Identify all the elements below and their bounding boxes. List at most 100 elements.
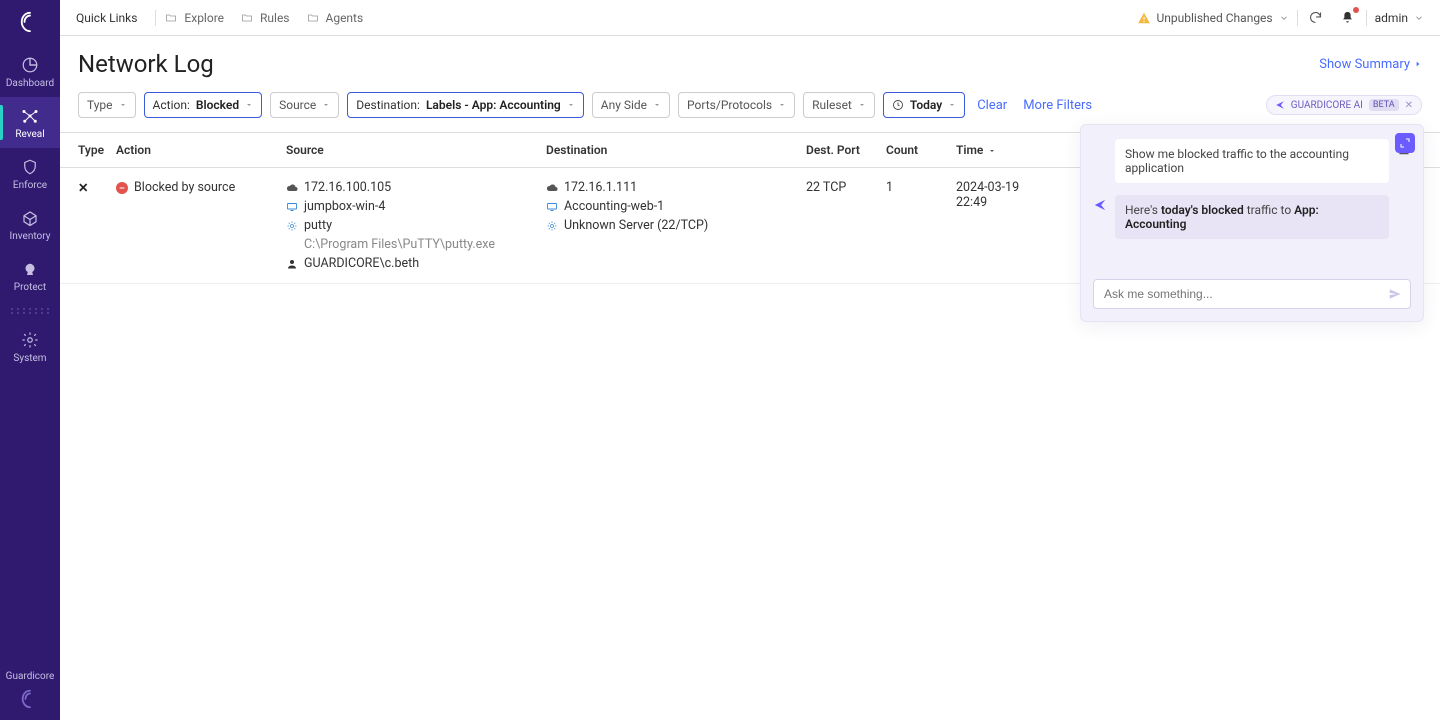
filter-ports[interactable]: Ports/Protocols [678,92,795,118]
graph-icon [21,107,39,125]
user-menu[interactable]: admin [1375,11,1424,25]
filter-any-side[interactable]: Any Side [592,92,670,118]
refresh-button[interactable] [1306,8,1326,28]
expand-icon [1399,137,1411,149]
filter-source[interactable]: Source [270,92,339,118]
bell-icon [1340,10,1355,25]
time: 2024-03-19 22:49 [948,168,1068,284]
gear-icon [546,220,558,232]
ai-reply-pre: Here's [1125,203,1161,217]
col-type[interactable]: Type [60,133,108,168]
quicklink-agents[interactable]: Agents [306,11,364,25]
nav-enforce[interactable]: Enforce [0,148,60,199]
folder-icon [306,12,320,24]
monitor-icon [286,201,298,213]
count: 1 [878,168,948,284]
sidebar: Dashboard Reveal Enforce Inventory Prote [0,0,60,720]
quicklink-label: Explore [184,11,224,25]
ai-chip-label: GUARDICORE AI [1291,100,1363,111]
col-time[interactable]: Time [948,133,1068,168]
caret-down-icon [858,101,866,109]
filter-action[interactable]: Action: Blocked [144,92,263,118]
sort-desc-icon [988,147,996,155]
quicklink-explore[interactable]: Explore [164,11,224,25]
quicklink-label: Agents [326,11,364,25]
nav-label: System [13,353,46,364]
caret-right-icon [1414,59,1422,69]
gear-icon [21,331,39,349]
send-icon [1275,100,1285,110]
unpublished-label: Unpublished Changes [1157,11,1273,25]
ai-input-wrap [1093,279,1411,309]
send-icon [1388,287,1402,301]
filter-label: Any Side [601,98,647,112]
nav-system[interactable]: System [0,321,60,372]
caret-down-icon [245,101,253,109]
show-summary-label: Show Summary [1319,57,1410,72]
notifications-button[interactable] [1338,8,1358,28]
filter-destination[interactable]: Destination: Labels - App: Accounting [347,92,583,118]
nav-label: Protect [14,282,46,293]
divider [1366,10,1367,26]
inventory-icon [21,209,39,227]
action-text: Blocked by source [134,180,235,195]
monitor-icon [546,201,558,213]
filter-label: Type [87,98,113,112]
caret-down-icon [778,101,786,109]
ai-reply-b1: today's blocked [1161,203,1244,217]
ai-avatar-icon [1093,198,1107,212]
chess-icon [21,260,39,278]
col-count[interactable]: Count [878,133,948,168]
filter-label: Ports/Protocols [687,98,772,112]
source-proc: putty [304,218,332,233]
quicklink-rules[interactable]: Rules [240,11,289,25]
more-filters[interactable]: More Filters [1019,94,1096,117]
expand-button[interactable] [1395,133,1415,153]
topbar: Quick Links Explore Rules Agents Unpubli… [60,0,1440,36]
filter-label: Ruleset [812,98,852,112]
caret-down-icon [567,101,575,109]
filter-ruleset[interactable]: Ruleset [803,92,875,118]
filter-label: Action: [153,98,190,112]
clear-filters[interactable]: Clear [973,94,1011,117]
user-bubble: Show me blocked traffic to the accountin… [1115,139,1389,183]
chevron-down-icon [1279,13,1289,23]
close-icon[interactable]: ✕ [1405,100,1413,111]
unpublished-changes[interactable]: Unpublished Changes [1137,11,1289,25]
shield-icon [21,158,39,176]
nav-divider [9,307,51,315]
col-action[interactable]: Action [108,133,278,168]
brand-icon [19,688,41,710]
ai-input[interactable] [1102,286,1388,302]
source-user: GUARDICORE\c.beth [304,256,419,271]
source-host: jumpbox-win-4 [304,199,385,214]
nav-inventory[interactable]: Inventory [0,199,60,250]
ai-user-message: Show me blocked traffic to the accountin… [1093,139,1411,183]
send-button[interactable] [1388,287,1402,301]
nav-label: Enforce [13,180,47,191]
ai-chip[interactable]: GUARDICORE AI BETA ✕ [1266,95,1422,115]
divider [1297,10,1298,26]
page-header: Network Log Show Summary [60,36,1440,84]
dest-svc: Unknown Server (22/TCP) [564,218,708,233]
ai-reply-message: Here's today's blocked traffic to App: A… [1093,195,1411,239]
col-destination[interactable]: Destination [538,133,798,168]
gear-icon [286,220,298,232]
col-dest-port[interactable]: Dest. Port [798,133,878,168]
nav-label: Inventory [10,231,51,242]
user-name: admin [1375,11,1408,25]
cloud-icon [286,182,298,194]
folder-icon [164,12,178,24]
filter-value: Today [910,98,942,112]
nav-protect[interactable]: Protect [0,250,60,301]
nav-dashboard[interactable]: Dashboard [0,46,60,97]
nav-reveal[interactable]: Reveal [0,97,60,148]
logo[interactable] [0,4,60,40]
show-summary-link[interactable]: Show Summary [1319,57,1422,72]
filter-time[interactable]: Today [883,92,965,118]
pie-icon [21,56,39,74]
col-source[interactable]: Source [278,133,538,168]
ai-bubble: Here's today's blocked traffic to App: A… [1115,195,1389,239]
filter-type[interactable]: Type [78,92,136,118]
quick-links-label: Quick Links [76,11,137,25]
